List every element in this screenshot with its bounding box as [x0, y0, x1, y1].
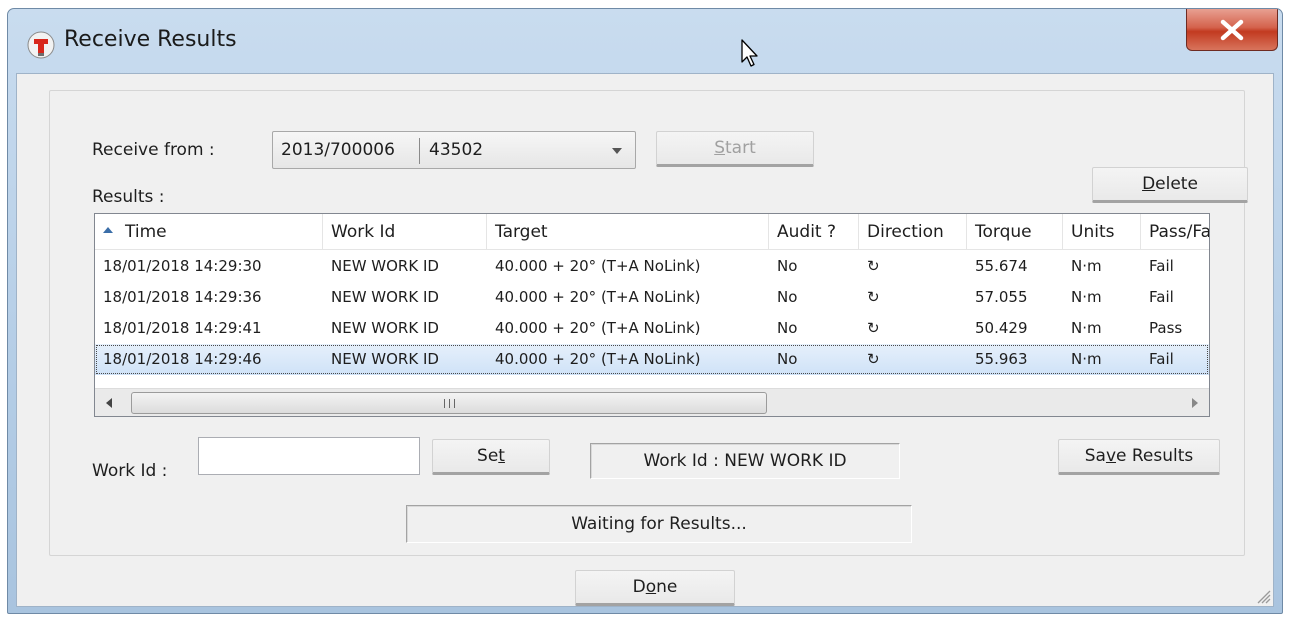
close-icon — [1220, 19, 1244, 40]
window-title: Receive Results — [64, 27, 237, 52]
direction-clockwise-icon: ↻ — [867, 257, 880, 275]
combo-separator — [419, 138, 420, 164]
direction-clockwise-icon: ↻ — [867, 319, 880, 337]
save-results-button[interactable]: Sa v e Results — [1058, 439, 1220, 475]
combo-value-serial: 2013/700006 — [281, 140, 395, 160]
receive-from-combo[interactable]: 2013/700006 43502 — [272, 131, 636, 169]
work-id-input[interactable] — [198, 437, 420, 475]
work-id-label: Work Id : — [92, 461, 168, 481]
direction-clockwise-icon: ↻ — [867, 288, 880, 306]
table-row[interactable]: 18/01/2018 14:29:30 NEW WORK ID 40.000 +… — [95, 251, 1209, 282]
results-label: Results : — [92, 187, 165, 207]
done-button[interactable]: Do ne — [575, 570, 735, 606]
status-message: Waiting for Results... — [406, 505, 912, 543]
mouse-cursor-icon — [741, 39, 758, 67]
results-group: Receive from : 2013/700006 43502 Start R… — [49, 90, 1248, 556]
direction-clockwise-icon: ↻ — [867, 350, 880, 368]
column-header-work-id[interactable]: Work Id — [323, 214, 487, 250]
scrollbar-thumb[interactable] — [131, 392, 767, 414]
title-bar[interactable]: Receive Results — [8, 9, 1282, 73]
column-header-direction[interactable]: Direction — [859, 214, 967, 250]
listview-header: Time Work Id Target Audit ? Direction To… — [95, 214, 1209, 250]
scroll-right-icon[interactable] — [1181, 389, 1209, 416]
grip-icon — [442, 393, 457, 413]
table-row[interactable]: 18/01/2018 14:29:36 NEW WORK ID 40.000 +… — [95, 282, 1209, 313]
sort-ascending-icon — [103, 227, 113, 233]
start-button[interactable]: Start — [656, 131, 814, 167]
table-row[interactable]: 18/01/2018 14:29:41 NEW WORK ID 40.000 +… — [95, 313, 1209, 344]
current-work-id-display: Work Id : NEW WORK ID — [590, 443, 900, 479]
column-header-time[interactable]: Time — [95, 214, 323, 250]
receive-results-window: Receive Results Receive from : 2013/7000… — [7, 8, 1283, 614]
column-header-pass-fail[interactable]: Pass/Fa — [1141, 214, 1209, 250]
set-button[interactable]: Se t — [432, 439, 550, 475]
app-icon — [27, 31, 55, 59]
resize-grip-icon[interactable] — [1253, 586, 1271, 604]
dialog-client-area: Receive from : 2013/700006 43502 Start R… — [16, 73, 1274, 607]
column-header-units[interactable]: Units — [1063, 214, 1141, 250]
chevron-down-icon[interactable] — [607, 141, 627, 161]
horizontal-scrollbar[interactable] — [95, 388, 1209, 416]
column-header-torque[interactable]: Torque — [967, 214, 1063, 250]
results-listview[interactable]: Time Work Id Target Audit ? Direction To… — [94, 213, 1210, 417]
column-header-audit[interactable]: Audit ? — [769, 214, 859, 250]
delete-button[interactable]: Delete — [1092, 167, 1248, 203]
combo-value-id: 43502 — [429, 140, 484, 160]
close-button[interactable] — [1186, 9, 1278, 51]
receive-from-label: Receive from : — [92, 140, 215, 160]
scroll-left-icon[interactable] — [95, 389, 123, 416]
column-header-target[interactable]: Target — [487, 214, 769, 250]
table-row-selected[interactable]: 18/01/2018 14:29:46 NEW WORK ID 40.000 +… — [95, 344, 1209, 375]
